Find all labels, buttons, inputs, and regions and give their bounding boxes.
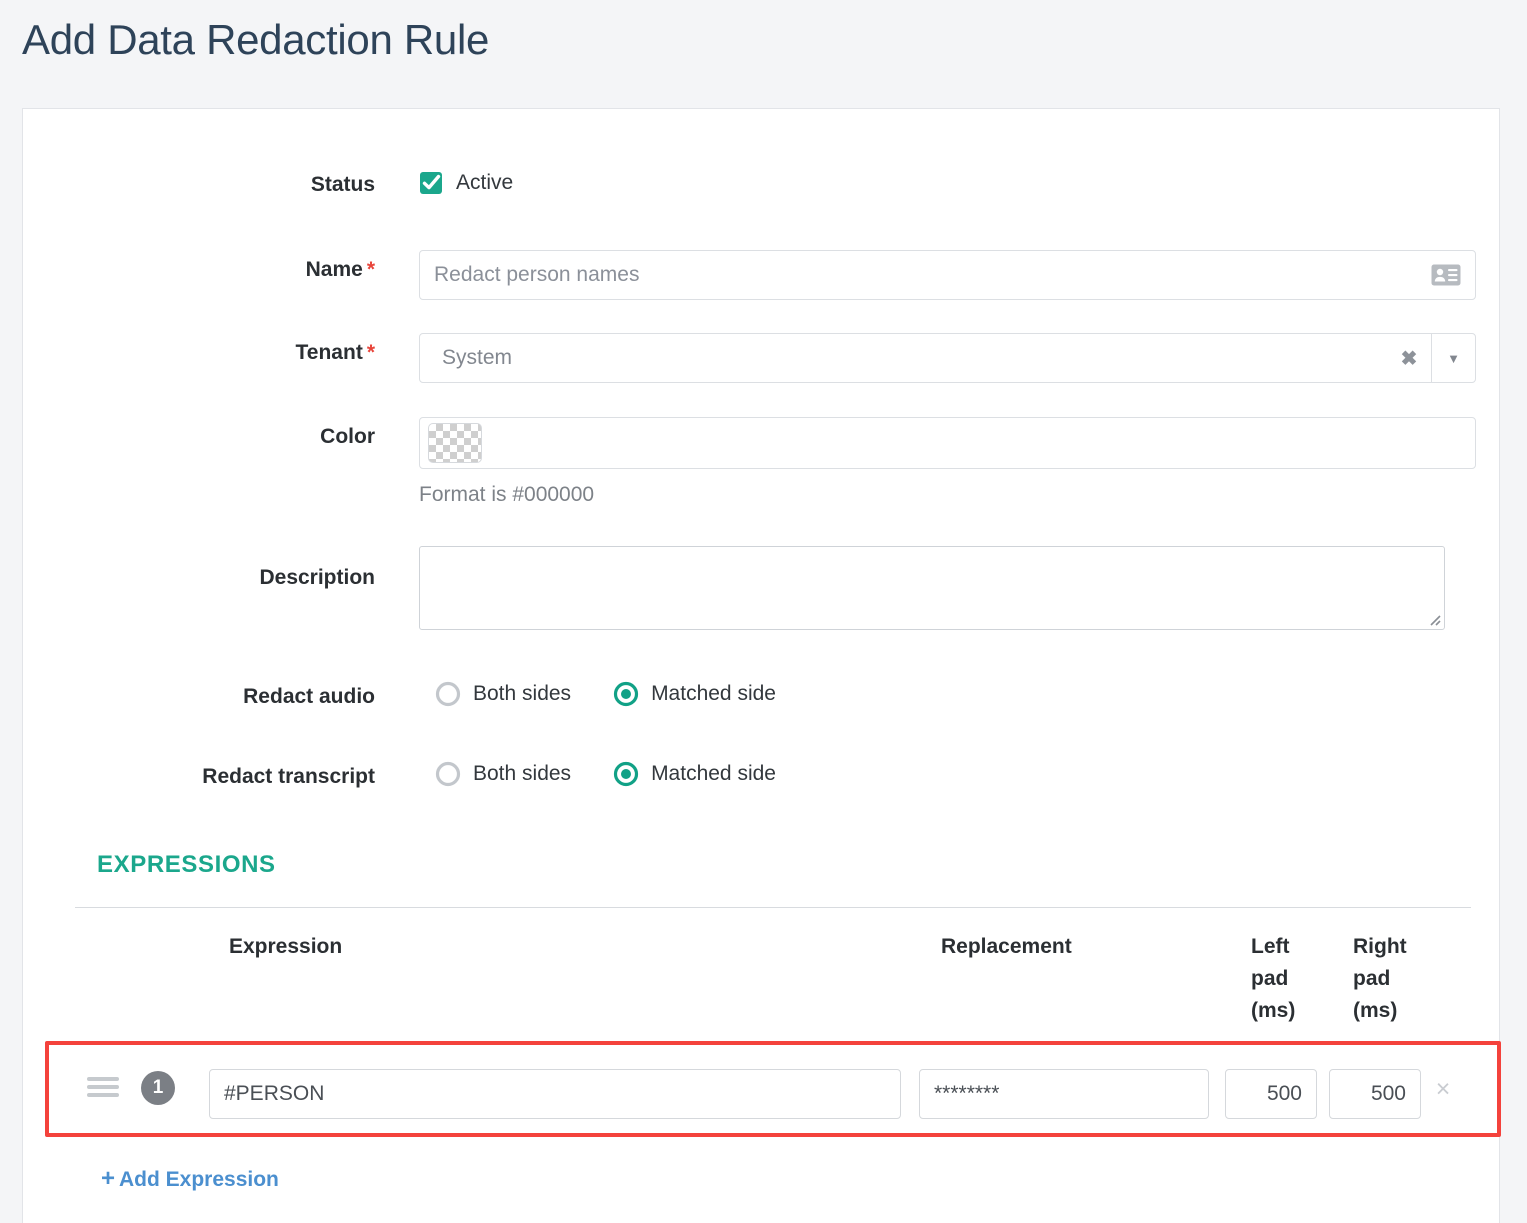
page-title: Add Data Redaction Rule xyxy=(22,16,490,63)
tenant-select-value: System xyxy=(442,346,513,369)
description-control xyxy=(419,546,1445,630)
expression-input[interactable]: #PERSON xyxy=(209,1069,901,1119)
status-control: Active xyxy=(419,171,513,195)
redact-audio-option-matched-side[interactable]: Matched side xyxy=(613,681,776,707)
expressions-section-title: EXPRESSIONS xyxy=(97,851,276,878)
description-label: Description xyxy=(259,566,375,589)
drag-handle-icon[interactable] xyxy=(87,1076,119,1098)
name-required-marker: * xyxy=(366,258,375,281)
redact-transcript-option-both-sides[interactable]: Both sides xyxy=(435,761,571,787)
active-checkbox[interactable] xyxy=(419,171,443,195)
column-header-left-pad-line1: Left xyxy=(1251,935,1290,958)
radio-selected-icon xyxy=(613,761,639,787)
expression-row: 1 #PERSON ******** 500 500 × xyxy=(23,1041,1499,1137)
status-label: Status xyxy=(310,173,375,196)
description-textarea[interactable] xyxy=(419,546,1445,630)
name-label: Name * xyxy=(23,258,375,282)
plus-icon: + xyxy=(101,1165,116,1192)
tenant-label-text: Tenant xyxy=(295,341,363,364)
column-header-right-pad-line2: pad xyxy=(1353,967,1391,990)
column-header-right-pad: Right pad (ms) xyxy=(1353,931,1425,1027)
active-checkbox-label: Active xyxy=(456,171,514,194)
color-format-hint: Format is #000000 xyxy=(419,483,595,506)
column-header-left-pad-line2: pad xyxy=(1251,967,1289,990)
radio-unselected-icon xyxy=(435,681,461,707)
clear-icon[interactable]: ✖ xyxy=(1387,334,1431,382)
breadcrumb xyxy=(200,0,1000,4)
color-control: Format is #000000 xyxy=(419,417,1476,507)
chevron-down-icon[interactable]: ▼ xyxy=(1431,334,1475,382)
redact-audio-option-matched-side-label: Matched side xyxy=(651,682,776,705)
redact-transcript-control: Both sides Matched side xyxy=(435,761,818,787)
row-order-badge: 1 xyxy=(141,1071,175,1105)
color-input[interactable] xyxy=(419,417,1476,469)
redact-audio-option-both-sides[interactable]: Both sides xyxy=(435,681,571,707)
tenant-label: Tenant * xyxy=(23,341,375,365)
left-pad-input[interactable]: 500 xyxy=(1225,1069,1317,1119)
column-header-right-pad-line1: Right xyxy=(1353,935,1407,958)
add-expression-label: Add Expression xyxy=(119,1168,279,1191)
column-header-left-pad: Left pad (ms) xyxy=(1251,931,1313,1027)
tenant-control: System ✖ ▼ xyxy=(419,333,1476,383)
name-input[interactable]: Redact person names xyxy=(419,250,1476,300)
name-control: Redact person names xyxy=(419,250,1476,300)
column-header-right-pad-line3: (ms) xyxy=(1353,999,1398,1022)
redact-audio-control: Both sides Matched side xyxy=(435,681,818,707)
page-root: Add Data Redaction Rule Status Active Na… xyxy=(0,0,1527,1223)
remove-expression-icon[interactable]: × xyxy=(1429,1075,1457,1104)
right-pad-input[interactable]: 500 xyxy=(1329,1069,1421,1119)
color-swatch[interactable] xyxy=(428,423,482,463)
id-card-icon[interactable] xyxy=(1431,264,1461,286)
redact-transcript-option-both-sides-label: Both sides xyxy=(473,762,572,785)
name-input-value: Redact person names xyxy=(434,263,640,286)
tenant-required-marker: * xyxy=(366,341,375,364)
form-card: Status Active Name * Redact person names… xyxy=(22,108,1501,1223)
column-header-replacement: Replacement xyxy=(941,935,1072,958)
name-label-text: Name xyxy=(305,258,363,281)
redact-transcript-option-matched-side-label: Matched side xyxy=(651,762,776,785)
redact-audio-label: Redact audio xyxy=(243,685,375,708)
color-label: Color xyxy=(320,425,375,448)
radio-unselected-icon xyxy=(435,761,461,787)
column-header-left-pad-line3: (ms) xyxy=(1251,999,1296,1022)
redact-audio-option-both-sides-label: Both sides xyxy=(473,682,572,705)
add-expression-link[interactable]: + Add Expression xyxy=(101,1165,279,1193)
section-divider xyxy=(75,907,1471,908)
redact-transcript-label: Redact transcript xyxy=(202,765,375,788)
tenant-select[interactable]: System ✖ ▼ xyxy=(419,333,1476,383)
redact-transcript-option-matched-side[interactable]: Matched side xyxy=(613,761,776,787)
column-header-expression: Expression xyxy=(229,935,343,958)
replacement-input[interactable]: ******** xyxy=(919,1069,1209,1119)
radio-selected-icon xyxy=(613,681,639,707)
